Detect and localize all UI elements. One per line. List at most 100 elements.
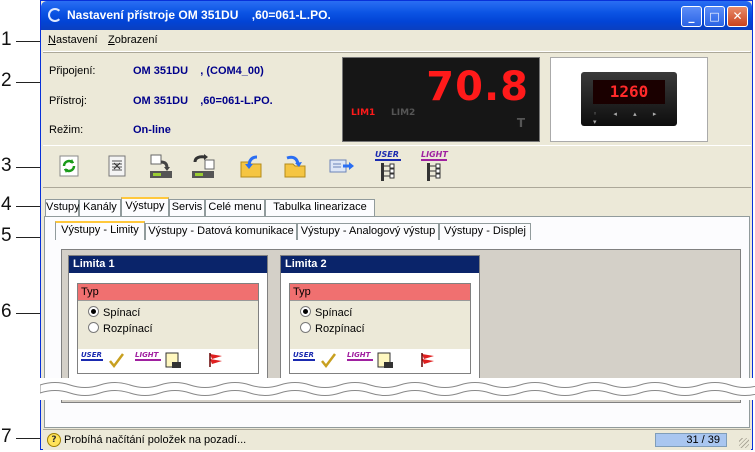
menu-accel: N [48, 34, 56, 46]
light-label: LIGHT [347, 351, 372, 359]
device-screen: 1260 [593, 80, 665, 104]
sub-tabs: Výstupy - Limity Výstupy - Datová komuni… [53, 221, 743, 241]
callout-number: 6 [1, 301, 12, 322]
callout-line [16, 167, 40, 168]
connection-value: OM 351DU , (COM4_00) [133, 65, 264, 77]
mode-value: On-line [133, 124, 171, 136]
user-check-icon[interactable]: USER [292, 351, 342, 369]
mode-label: Režim: [49, 124, 84, 136]
read-device-icon[interactable] [147, 152, 175, 180]
radio-rozpinaci[interactable]: Rozpínací [300, 322, 365, 335]
tare-indicator: T [516, 116, 525, 130]
callout-number: 7 [1, 426, 12, 447]
write-device-icon[interactable] [189, 152, 217, 180]
title-bar[interactable]: Nastavení přístroje OM 351DU ,60=061-L.P… [41, 1, 752, 30]
radio-label: Spínací [103, 307, 141, 319]
light-note-icon[interactable]: LIGHT [346, 351, 400, 369]
type-group: Typ Spínací Rozpínací [77, 283, 259, 351]
light-menu-icon[interactable]: LIGHT [419, 149, 451, 183]
menu-label: obrazení [114, 34, 158, 46]
status-count: 31 / 39 [655, 433, 727, 447]
device-body: 1260 ◦ ◂ ▴ ▸ ▾ [581, 72, 677, 126]
type-group: Typ Spínací Rozpínací [289, 283, 471, 351]
radio-spinaci[interactable]: Spínací [88, 306, 140, 319]
menu-accel: Z [108, 34, 115, 46]
device-buttons: ◦ ◂ ▴ ▸ ▾ [593, 110, 664, 126]
radio-rozpinaci[interactable]: Rozpínací [88, 322, 153, 335]
tab-tabulka-linearizace[interactable]: Tabulka linearizace [265, 199, 375, 216]
callout-line [16, 206, 40, 207]
window-title: Nastavení přístroje OM 351DU ,60=061-L.P… [67, 8, 331, 22]
subtab-analogovy-vystup[interactable]: Výstupy - Analogový výstup [297, 223, 439, 240]
callout-number: 1 [1, 29, 12, 50]
tab-vystupy[interactable]: Výstupy [121, 197, 169, 216]
torn-edge-divider [40, 378, 755, 400]
limit-card-1: Limita 1 Typ Spínací Rozpínací USER LIGH… [68, 255, 268, 385]
red-flag-icon[interactable] [206, 351, 226, 369]
led-display: 70.8 LIM1 LIM2 T [342, 57, 540, 142]
menu-zobrazeni[interactable]: Zobrazení [108, 34, 158, 46]
tab-cele-menu[interactable]: Celé menu [205, 199, 265, 216]
user-check-icon[interactable]: USER [80, 351, 130, 369]
main-tabs: Vstupy Kanály Výstupy Servis Celé menu T… [43, 197, 751, 217]
menu-label: astavení [55, 34, 98, 46]
tab-servis[interactable]: Servis [169, 199, 205, 216]
app-icon [48, 8, 62, 22]
subtab-limity[interactable]: Výstupy - Limity [55, 221, 145, 240]
device-value: OM 351DU ,60=061-L.PO. [133, 95, 273, 107]
radio-dot [300, 306, 311, 317]
subtab-datova-komunikace[interactable]: Výstupy - Datová komunikace [145, 223, 297, 240]
radio-spinaci[interactable]: Spínací [300, 306, 352, 319]
user-menu-text: USER [375, 150, 399, 159]
refresh-icon[interactable] [55, 152, 83, 180]
card-actions: USER LIGHT [77, 349, 259, 374]
save-file-icon[interactable] [281, 152, 309, 180]
user-label: USER [81, 351, 102, 359]
limit-card-2: Limita 2 Typ Spínací Rozpínací USER LIGH… [280, 255, 480, 385]
menu-bar: Nastavení Zobrazení [43, 31, 750, 52]
radio-dot [88, 322, 99, 333]
radio-dot [300, 322, 311, 333]
callout-line [16, 41, 40, 42]
user-label: USER [293, 351, 314, 359]
callout-line [16, 313, 40, 314]
card-actions: USER LIGHT [289, 349, 471, 374]
red-flag-icon[interactable] [418, 351, 438, 369]
radio-label: Spínací [315, 307, 353, 319]
maximize-button[interactable]: □ [704, 6, 725, 27]
radio-label: Rozpínací [315, 323, 365, 335]
tab-vstupy[interactable]: Vstupy [45, 199, 80, 216]
light-label: LIGHT [135, 351, 160, 359]
card-title: Limita 2 [281, 256, 479, 273]
open-file-icon[interactable] [237, 152, 265, 180]
connection-label: Připojení: [49, 65, 96, 77]
callout-line [16, 82, 40, 83]
tab-kanaly[interactable]: Kanály [79, 199, 121, 216]
close-button[interactable]: ✕ [727, 6, 748, 27]
callout-line [16, 438, 40, 439]
device-info-panel: Připojení: OM 351DU , (COM4_00) Přístroj… [43, 52, 751, 146]
type-label: Typ [290, 284, 470, 301]
compare-icon[interactable] [103, 152, 131, 180]
callout-number: 4 [1, 194, 12, 215]
resize-grip-icon[interactable] [739, 438, 749, 448]
lim1-indicator: LIM1 [351, 108, 376, 118]
callout-line [16, 237, 40, 238]
minimize-button[interactable]: _ [681, 6, 702, 27]
callout-number: 2 [1, 70, 12, 91]
toolbar: USER LIGHT [43, 145, 751, 188]
radio-dot [88, 306, 99, 317]
user-menu-icon[interactable]: USER [373, 149, 405, 183]
export-icon[interactable] [327, 152, 355, 180]
menu-nastaveni[interactable]: Nastavení [48, 34, 98, 46]
subtab-displej[interactable]: Výstupy - Displej [439, 223, 531, 240]
display-value: 70.8 [426, 64, 529, 110]
type-label: Typ [78, 284, 258, 301]
device-label: Přístroj: [49, 95, 87, 107]
lim2-indicator: LIM2 [391, 108, 416, 118]
light-note-icon[interactable]: LIGHT [134, 351, 188, 369]
callout-number: 5 [1, 225, 12, 246]
callout-number: 3 [1, 155, 12, 176]
status-bar: ? Probíhá načítání položek na pozadí... … [43, 429, 751, 450]
card-title: Limita 1 [69, 256, 267, 273]
